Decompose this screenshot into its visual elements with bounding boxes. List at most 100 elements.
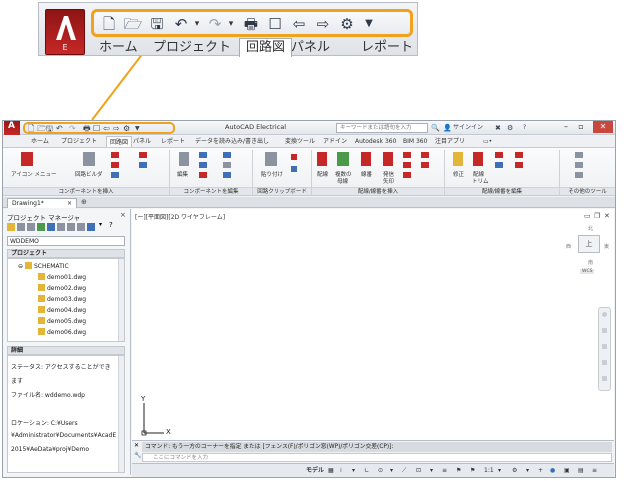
component-icon-2[interactable] (111, 162, 119, 168)
orbit-icon[interactable] (602, 360, 607, 365)
redo-icon[interactable]: ↷ (69, 123, 76, 134)
command-input[interactable]: ここにコマンドを入力 (142, 453, 612, 462)
snap-dropdown-icon[interactable]: ▾ (352, 465, 355, 477)
new-project-icon[interactable] (17, 223, 25, 231)
source-arrow-icon[interactable] (383, 152, 393, 166)
group-insert-components[interactable]: コンポーネントを挿入 (3, 187, 169, 195)
close-button[interactable]: ✕ (593, 121, 613, 133)
viewport-restore-icon[interactable]: ❐ (594, 212, 600, 220)
user-icon[interactable]: 👤 (443, 122, 452, 134)
back-icon[interactable]: ⇦ (103, 123, 110, 134)
viewcube-south[interactable]: 南 (588, 259, 593, 266)
model-space-button[interactable]: モデル (306, 465, 324, 477)
viewcube[interactable]: 北 西 上 東 南 WCS (566, 226, 610, 274)
help-label[interactable]: ? (523, 122, 526, 134)
other-tool-icon-2[interactable] (575, 162, 583, 168)
group-edit-wires[interactable]: 配線/線番を編集 (445, 187, 559, 195)
align-icon[interactable] (223, 152, 231, 158)
group-other-tools[interactable]: その他のツール (560, 187, 615, 195)
tree-file[interactable]: demo03.dwg (38, 294, 86, 305)
projects-header[interactable]: プロジェクト (7, 249, 125, 258)
modify-icon[interactable] (453, 152, 463, 166)
tree-file[interactable]: demo02.dwg (38, 283, 86, 294)
group-edit-components[interactable]: コンポーネントを編集 (170, 187, 252, 195)
viewport-close-icon[interactable]: ✕ (604, 212, 610, 220)
ortho-icon[interactable]: ∟ (364, 465, 369, 477)
details-scrollbar[interactable] (118, 356, 124, 472)
tab-report[interactable]: レポート (161, 136, 185, 147)
customize-status-icon[interactable]: ≡ (592, 465, 597, 477)
application-menu-button[interactable]: E (45, 9, 85, 55)
maximize-button[interactable]: ▫ (574, 121, 588, 133)
forward-icon[interactable]: ⇨ (113, 123, 120, 134)
swap-icon[interactable] (223, 172, 231, 178)
save-icon[interactable]: 🖫 (148, 15, 166, 33)
copy-component-icon[interactable] (199, 162, 207, 168)
viewcube-east[interactable]: 東 (604, 243, 609, 250)
details-header[interactable]: 詳細 (7, 346, 125, 355)
osnap-dropdown-icon[interactable]: ▾ (430, 465, 433, 477)
workspace-icon[interactable]: ⚙ (512, 465, 517, 477)
clean-screen-icon[interactable]: ▤ (578, 465, 584, 477)
wire-tool-icon-4[interactable] (421, 152, 429, 158)
component-icon-4[interactable] (139, 152, 147, 158)
autoscale-icon[interactable]: ⚑ (470, 465, 475, 477)
plugin-icon[interactable]: ⚙ (123, 123, 130, 134)
icon-menu-icon[interactable] (21, 152, 33, 166)
move-component-icon[interactable] (199, 152, 207, 158)
add-icon[interactable]: + (538, 465, 543, 477)
showmotion-icon[interactable] (602, 376, 607, 381)
zoom-tab-project[interactable]: プロジェクト (153, 39, 231, 57)
copy-clip-icon[interactable] (291, 166, 297, 172)
annotation-icon[interactable]: ⚑ (456, 465, 461, 477)
viewcube-west[interactable]: 西 (566, 243, 571, 250)
redo-dropdown-icon[interactable]: ▾ (222, 15, 240, 33)
search-input[interactable]: キーワードまたは語句を入力 (336, 123, 428, 133)
exchange-icon[interactable]: ✖ (495, 122, 501, 134)
tab-schematic[interactable]: 回路図 (106, 136, 133, 147)
multi-bus-label-2[interactable]: 母線 (337, 177, 348, 185)
plot-project-icon[interactable] (77, 223, 85, 231)
paste-icon[interactable] (265, 152, 277, 166)
zoom-tab-home[interactable]: ホーム (99, 39, 138, 57)
navigation-bar[interactable] (598, 307, 611, 391)
new-icon[interactable]: 🗋 (28, 123, 34, 134)
zoom-tab-schematic[interactable]: 回路図 (239, 38, 293, 57)
tree-scrollbar[interactable] (118, 259, 124, 341)
scale-dropdown-icon[interactable]: ▾ (498, 465, 501, 477)
isolate-icon[interactable]: ● (550, 465, 555, 477)
project-properties-icon[interactable] (57, 223, 65, 231)
zoom-icon[interactable] (602, 344, 607, 349)
publish-icon[interactable] (87, 223, 95, 231)
open-folder-icon[interactable]: ☐ (93, 123, 100, 134)
osnap-icon[interactable]: ⊡ (416, 465, 421, 477)
grid-icon[interactable]: ▦ (328, 465, 334, 477)
wire-label[interactable]: 配線 (317, 170, 328, 178)
wire-tool-icon-5[interactable] (421, 162, 429, 168)
other-tool-icon-3[interactable] (575, 172, 583, 178)
refresh-icon[interactable] (37, 223, 45, 231)
snap-icon[interactable]: ⁞ (340, 465, 342, 477)
component-icon-3[interactable] (111, 172, 119, 178)
zoom-tab-panel[interactable]: パネル (291, 39, 330, 57)
close-tab-icon[interactable]: × (67, 199, 72, 208)
pan-icon[interactable] (602, 328, 607, 333)
drawing-list-icon[interactable] (67, 223, 75, 231)
wire-tool-icon-1[interactable] (403, 152, 411, 158)
source-arrow-label-2[interactable]: 矢印 (383, 177, 394, 185)
signin-label[interactable]: サインイン (453, 122, 483, 134)
command-close-icon[interactable]: ✕ (134, 442, 139, 449)
wcs-menu[interactable]: WCS (580, 269, 595, 274)
viewport-controls-label[interactable]: [ー][平面図][2D ワイヤフレーム] (135, 212, 225, 221)
minimize-button[interactable]: – (559, 121, 573, 133)
new-icon[interactable]: 🗋 (100, 15, 118, 33)
tab-addins[interactable]: アドイン (323, 136, 347, 147)
viewport-minimize-icon[interactable]: ▭ (584, 212, 591, 220)
open-icon[interactable]: 🗁 (124, 15, 143, 33)
tree-folder-schematic[interactable]: ⊖ SCHEMATIC (18, 261, 69, 272)
help-icon[interactable]: ? (109, 221, 113, 229)
collapse-icon[interactable]: ⊖ (18, 263, 23, 270)
workspace-dropdown-icon[interactable]: ▾ (526, 465, 529, 477)
trim-wire-icon[interactable] (473, 152, 483, 166)
project-select[interactable]: WDDEMO (7, 236, 125, 246)
